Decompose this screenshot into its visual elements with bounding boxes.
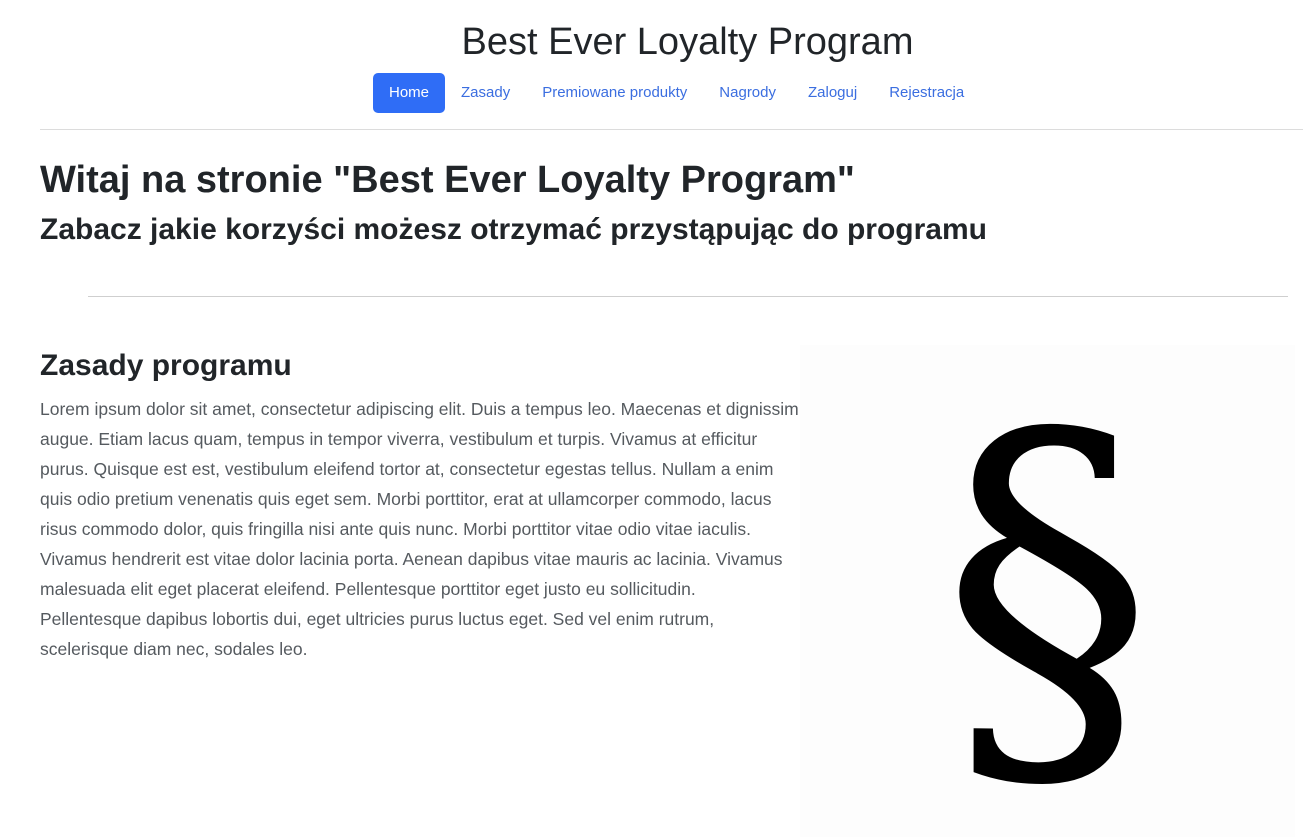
nav-link-premiowane-produkty[interactable]: Premiowane produkty [526, 73, 703, 113]
nav-link-zaloguj[interactable]: Zaloguj [792, 73, 873, 113]
rules-image: § [800, 345, 1295, 837]
nav-item-nagrody: Nagrody [703, 73, 792, 113]
nav-link-home[interactable]: Home [373, 73, 446, 113]
rules-section-title: Zasady programu [40, 349, 292, 382]
nav-link-zasady[interactable]: Zasady [445, 73, 526, 113]
hero-divider [88, 296, 1288, 297]
nav-item-zasady: Zasady [445, 73, 526, 113]
nav-item-rejestracja: Rejestracja [873, 73, 980, 113]
nav-item-home: Home [373, 73, 446, 113]
section-sign-icon: § [940, 345, 1155, 837]
main-nav: Home Zasady Premiowane produkty Nagrody … [373, 73, 980, 113]
header-divider [40, 129, 1303, 130]
nav-link-nagrody[interactable]: Nagrody [703, 73, 792, 113]
hero-subtitle: Zabacz jakie korzyści możesz otrzymać pr… [40, 213, 987, 246]
nav-link-rejestracja[interactable]: Rejestracja [873, 73, 980, 113]
nav-item-premiowane-produkty: Premiowane produkty [526, 73, 703, 113]
rules-section-text: Lorem ipsum dolor sit amet, consectetur … [40, 399, 799, 659]
nav-item-zaloguj: Zaloguj [792, 73, 873, 113]
site-title: Best Ever Loyalty Program [461, 21, 914, 63]
page: Best Ever Loyalty Program Home Zasady Pr… [0, 0, 1303, 837]
hero-title: Witaj na stronie "Best Ever Loyalty Prog… [40, 159, 855, 201]
